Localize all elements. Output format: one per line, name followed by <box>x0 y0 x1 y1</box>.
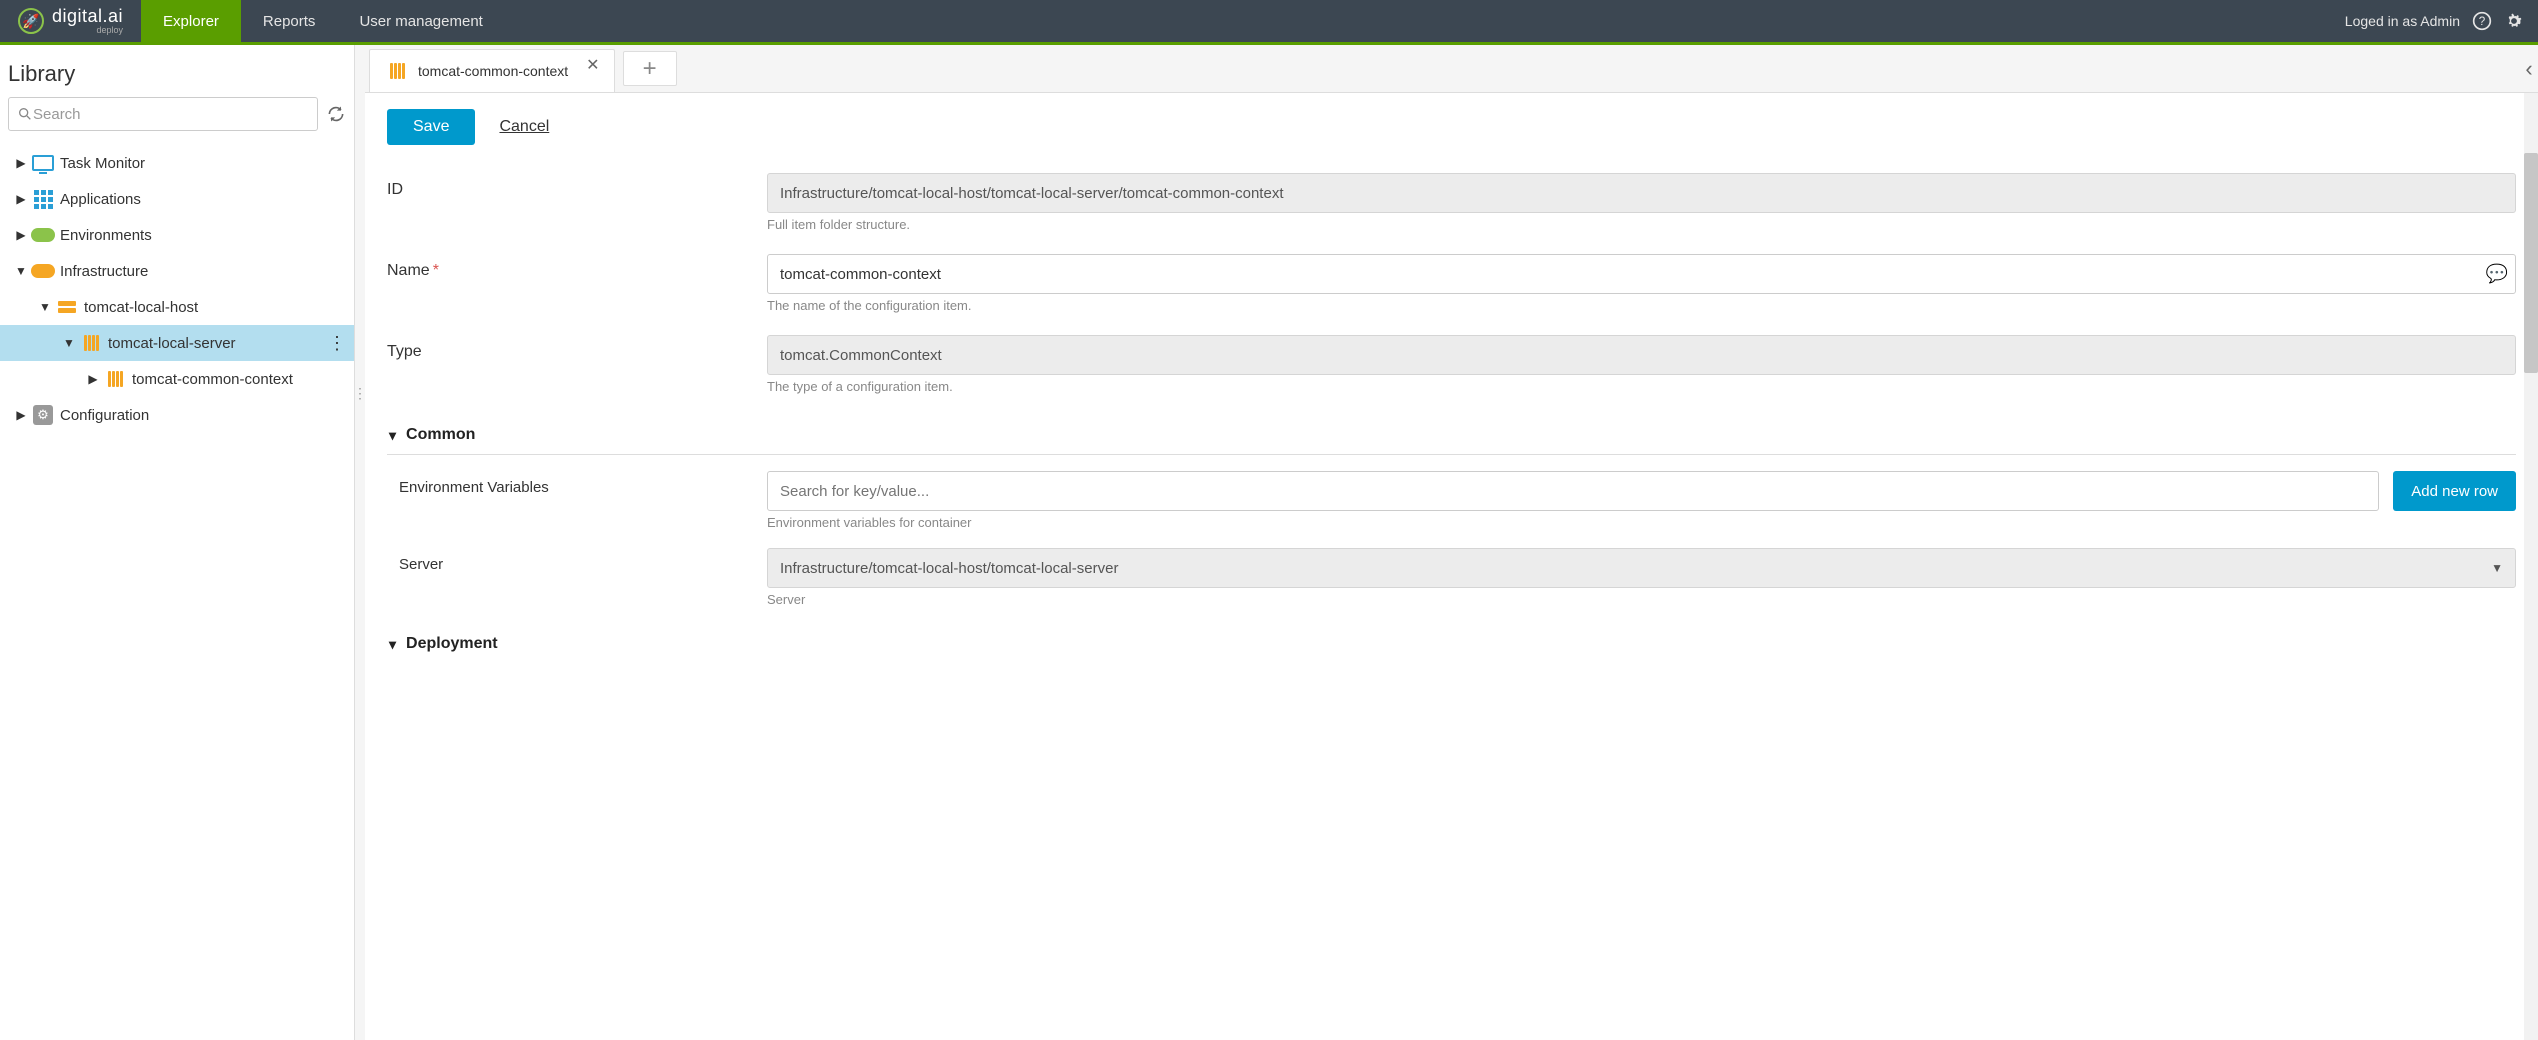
chevron-down-icon: ▼ <box>2491 561 2503 575</box>
name-hint: The name of the configuration item. <box>767 298 2516 313</box>
type-hint: The type of a configuration item. <box>767 379 2516 394</box>
tree-server[interactable]: ▼ tomcat-local-server ⋮ <box>0 325 354 361</box>
tree-context[interactable]: ▶ tomcat-common-context <box>0 361 354 397</box>
id-input <box>767 173 2516 213</box>
id-hint: Full item folder structure. <box>767 217 2516 232</box>
section-common-label: Common <box>406 426 475 444</box>
host-icon <box>58 301 76 313</box>
id-label: ID <box>387 173 767 199</box>
tree-host[interactable]: ▼ tomcat-local-host <box>0 289 354 325</box>
section-deployment[interactable]: ▾ Deployment <box>387 625 2516 663</box>
server-hint: Server <box>767 592 2516 607</box>
tab-label: tomcat-common-context <box>418 63 568 79</box>
context-icon <box>390 63 405 79</box>
chevron-down-icon: ▾ <box>389 427 396 444</box>
collapse-icon[interactable]: ▼ <box>14 264 28 278</box>
monitor-icon <box>32 155 54 171</box>
chevron-down-icon: ▾ <box>389 636 396 653</box>
sidebar-title: Library <box>0 45 354 97</box>
tabbar: tomcat-common-context ✕ + ‹ <box>365 45 2538 93</box>
section-common[interactable]: ▾ Common <box>387 416 2516 455</box>
brand-subtitle: deploy <box>52 26 123 35</box>
tree-label: tomcat-local-server <box>108 335 236 352</box>
tree-infrastructure[interactable]: ▼ Infrastructure <box>0 253 354 289</box>
type-label: Type <box>387 335 767 361</box>
tree-label: tomcat-common-context <box>132 371 293 388</box>
collapse-icon[interactable]: ▼ <box>38 300 52 314</box>
context-icon <box>108 371 123 387</box>
kebab-icon[interactable]: ⋮ <box>328 333 346 354</box>
library-tree: ▶ Task Monitor ▶ Applications ▶ Environm… <box>0 141 354 437</box>
brand-name: digital.ai <box>52 7 123 25</box>
tree-label: Infrastructure <box>60 263 148 280</box>
topbar: 🚀 digital.ai deploy Explorer Reports Use… <box>0 0 2538 42</box>
cancel-link[interactable]: Cancel <box>499 118 549 136</box>
help-icon[interactable]: ? <box>2472 11 2492 31</box>
tree-label: tomcat-local-host <box>84 299 198 316</box>
close-icon[interactable]: ✕ <box>586 55 599 75</box>
search-input[interactable] <box>33 106 309 123</box>
tree-configuration[interactable]: ▶ Configuration <box>0 397 354 433</box>
expand-icon[interactable]: ▶ <box>86 372 100 386</box>
contact-card-icon[interactable]: 💬 <box>2486 264 2508 285</box>
server-select-value: Infrastructure/tomcat-local-host/tomcat-… <box>780 560 1118 577</box>
section-deployment-label: Deployment <box>406 635 498 653</box>
server-label: Server <box>387 548 767 573</box>
configuration-icon <box>33 405 53 425</box>
search-icon <box>17 106 33 122</box>
svg-text:?: ? <box>2479 15 2486 28</box>
content-area: Save Cancel ID Full item folder structur… <box>365 93 2538 1040</box>
rocket-icon: 🚀 <box>18 8 44 34</box>
tabbar-more-icon[interactable]: ‹ <box>2520 45 2538 92</box>
envvar-hint: Environment variables for container <box>767 515 2516 530</box>
envvar-label: Environment Variables <box>387 471 767 496</box>
tree-label: Configuration <box>60 407 149 424</box>
nav-user-management[interactable]: User management <box>337 0 504 42</box>
add-tab-button[interactable]: + <box>623 51 677 86</box>
tree-task-monitor[interactable]: ▶ Task Monitor <box>0 145 354 181</box>
main-panel: tomcat-common-context ✕ + ‹ Save Cancel … <box>365 45 2538 1040</box>
refresh-icon[interactable] <box>326 104 346 124</box>
envvar-search-input[interactable] <box>767 471 2379 511</box>
resize-handle[interactable]: ⋮ <box>355 45 365 1040</box>
expand-icon[interactable]: ▶ <box>14 228 28 242</box>
save-button[interactable]: Save <box>387 109 475 145</box>
tree-environments[interactable]: ▶ Environments <box>0 217 354 253</box>
name-input[interactable] <box>767 254 2516 294</box>
tree-label: Task Monitor <box>60 155 145 172</box>
name-label: Name* <box>387 254 767 280</box>
scrollbar-thumb[interactable] <box>2524 153 2538 373</box>
expand-icon[interactable]: ▶ <box>14 192 28 206</box>
logged-in-label: Loged in as Admin <box>2345 13 2460 29</box>
apps-icon <box>34 190 53 209</box>
nav-reports[interactable]: Reports <box>241 0 338 42</box>
add-row-button[interactable]: Add new row <box>2393 471 2516 511</box>
tab-active[interactable]: tomcat-common-context ✕ <box>369 49 615 92</box>
tree-applications[interactable]: ▶ Applications <box>0 181 354 217</box>
collapse-icon[interactable]: ▼ <box>62 336 76 350</box>
expand-icon[interactable]: ▶ <box>14 156 28 170</box>
server-select[interactable]: Infrastructure/tomcat-local-host/tomcat-… <box>767 548 2516 588</box>
tree-label: Applications <box>60 191 141 208</box>
nav-explorer[interactable]: Explorer <box>141 0 241 42</box>
brand-logo: 🚀 digital.ai deploy <box>0 0 141 42</box>
type-input <box>767 335 2516 375</box>
sidebar: Library ▶ Task Monitor ▶ Applications ▶ <box>0 45 355 1040</box>
search-box[interactable] <box>8 97 318 131</box>
server-icon <box>84 335 99 351</box>
settings-icon[interactable] <box>2504 11 2524 31</box>
environments-icon <box>31 228 55 242</box>
infrastructure-icon <box>31 264 55 278</box>
tree-label: Environments <box>60 227 152 244</box>
expand-icon[interactable]: ▶ <box>14 408 28 422</box>
